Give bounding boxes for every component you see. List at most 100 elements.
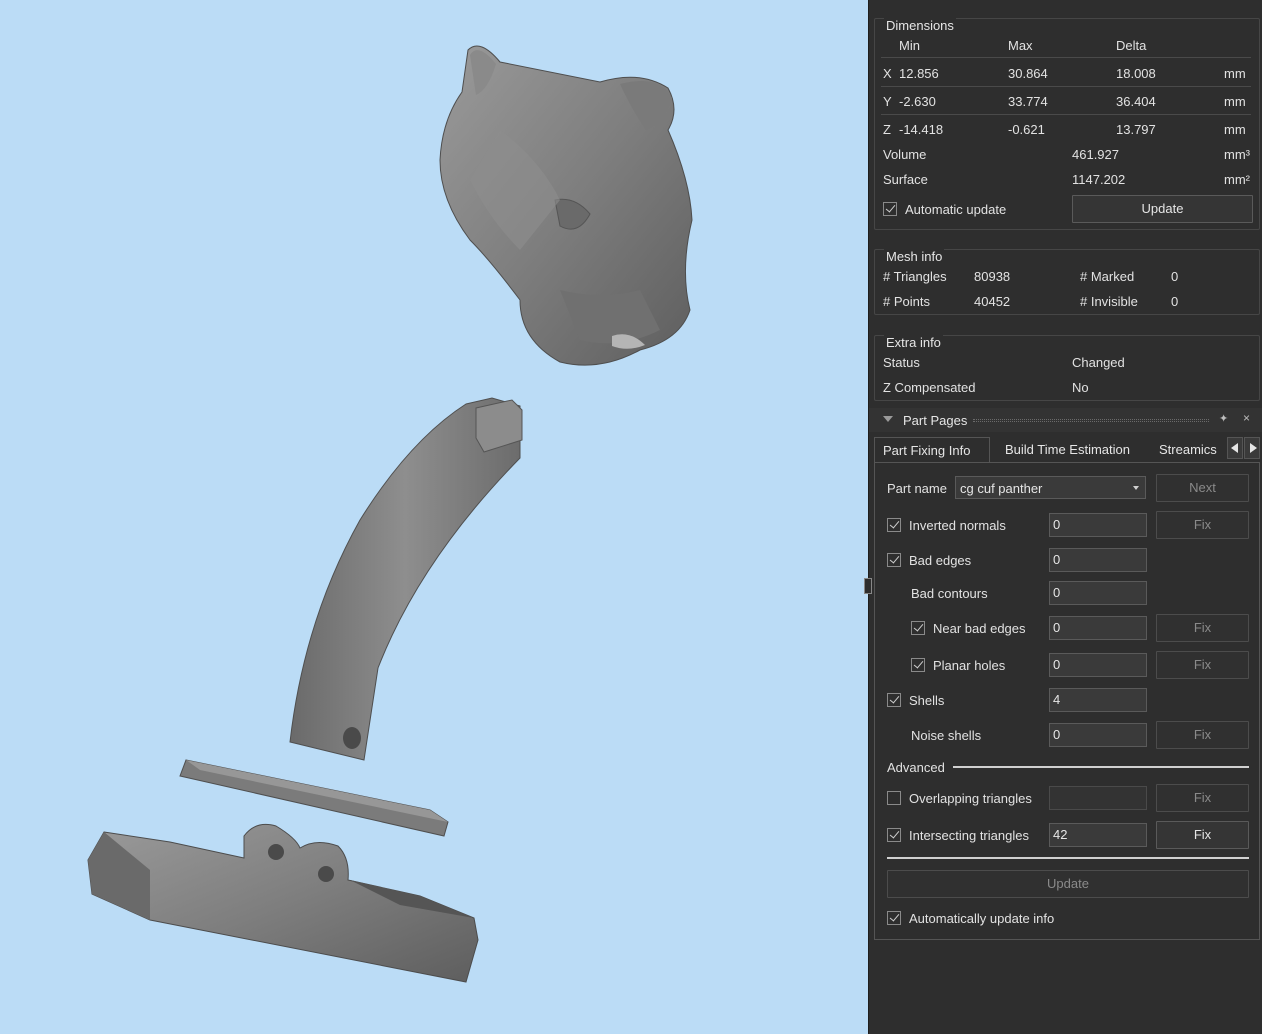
extra-info-title: Extra info [884, 335, 943, 350]
dimensions-update-button[interactable]: Update [1072, 195, 1253, 223]
close-icon[interactable]: × [1243, 411, 1250, 425]
base-part[interactable] [87, 823, 479, 983]
status-label: Status [883, 355, 920, 370]
planar-holes-checkbox[interactable] [911, 658, 925, 672]
tab-scroll-left-icon[interactable] [1227, 437, 1243, 459]
z-compensated-value: No [1072, 380, 1089, 395]
part-update-button[interactable]: Update [887, 870, 1249, 898]
y-delta: 36.404 [1116, 94, 1156, 109]
fix-planar-holes-button[interactable]: Fix [1156, 651, 1249, 679]
properties-panel: Dimensions Min Max Delta X 12.856 30.864… [868, 0, 1262, 1034]
z-min: -14.418 [899, 122, 944, 137]
surface-label: Surface [883, 172, 928, 187]
y-unit: mm [1224, 94, 1246, 109]
advanced-separator [953, 766, 1249, 768]
chevron-down-icon [1133, 486, 1139, 490]
marked-label: # Marked [1080, 269, 1135, 284]
axis-label: Z [883, 122, 891, 137]
next-button[interactable]: Next [1156, 474, 1249, 502]
mesh-info-title: Mesh info [884, 249, 945, 264]
surface-value: 1147.202 [1072, 172, 1126, 187]
triangles-label: # Triangles [883, 269, 947, 284]
tab-scroll-right-icon[interactable] [1244, 437, 1260, 459]
part-name-select[interactable]: cg cuf panther [955, 476, 1146, 499]
inverted-normals-label: Inverted normals [909, 518, 1006, 533]
noise-shells-label: Noise shells [911, 728, 982, 743]
bad-contours-label: Bad contours [911, 586, 988, 601]
planar-holes-field[interactable]: 0 [1049, 653, 1147, 677]
near-bad-edges-label: Near bad edges [933, 621, 1026, 636]
fix-intersecting-triangles-button[interactable]: Fix [1156, 821, 1249, 849]
volume-unit: mm³ [1224, 147, 1250, 162]
inverted-normals-checkbox[interactable] [887, 518, 901, 532]
z-max: -0.621 [1008, 122, 1045, 137]
fix-noise-shells-button[interactable]: Fix [1156, 721, 1249, 749]
tab-build-time-estimation[interactable]: Build Time Estimation [997, 437, 1138, 463]
points-value: 40452 [974, 294, 1011, 309]
overlapping-triangles-checkbox[interactable] [887, 791, 901, 805]
bottom-separator [887, 857, 1249, 859]
automatic-update-checkbox[interactable] [883, 202, 897, 216]
volume-value: 461.927 [1072, 147, 1119, 162]
shells-label: Shells [909, 693, 945, 708]
overlapping-triangles-field[interactable] [1049, 786, 1147, 810]
automatic-update-label: Automatic update [905, 202, 1007, 217]
axis-label: Y [883, 94, 892, 109]
x-delta: 18.008 [1116, 66, 1156, 81]
z-unit: mm [1224, 122, 1246, 137]
intersecting-triangles-checkbox[interactable] [887, 828, 901, 842]
near-bad-edges-checkbox[interactable] [911, 621, 925, 635]
invisible-value: 0 [1171, 294, 1179, 309]
part-name-value: cg cuf panther [960, 481, 1043, 496]
model-render[interactable] [0, 0, 868, 1034]
bad-edges-checkbox[interactable] [887, 553, 901, 567]
axis-label: X [883, 66, 892, 81]
fix-inverted-normals-button[interactable]: Fix [1156, 511, 1249, 539]
collapse-triangle-icon[interactable] [883, 416, 893, 422]
z-compensated-label: Z Compensated [883, 380, 976, 395]
noise-shells-field[interactable]: 0 [1049, 723, 1147, 747]
bad-edges-field[interactable]: 0 [1049, 548, 1147, 572]
advanced-label: Advanced [887, 760, 945, 775]
y-min: -2.630 [899, 94, 936, 109]
auto-update-info-label: Automatically update info [909, 911, 1055, 926]
curved-bar-part[interactable] [289, 397, 523, 761]
tab-streamics[interactable]: Streamics P [1151, 437, 1227, 463]
points-label: # Points [883, 294, 930, 309]
overlapping-triangles-label: Overlapping triangles [909, 791, 1032, 806]
x-max: 30.864 [1008, 66, 1048, 81]
header-delta: Delta [1116, 38, 1147, 53]
x-min: 12.856 [899, 66, 939, 81]
status-value: Changed [1072, 355, 1125, 370]
triangles-value: 80938 [974, 269, 1011, 284]
part-pages-header: Part Pages ✦ × [869, 408, 1262, 432]
dimensions-title: Dimensions [884, 18, 956, 33]
shells-field[interactable]: 4 [1049, 688, 1147, 712]
invisible-label: # Invisible [1080, 294, 1138, 309]
bad-contours-field[interactable]: 0 [1049, 581, 1147, 605]
panel-splitter-handle[interactable] [864, 578, 872, 594]
3d-viewport[interactable] [0, 0, 868, 1034]
planar-holes-label: Planar holes [933, 658, 1006, 673]
y-max: 33.774 [1008, 94, 1048, 109]
auto-update-info-checkbox[interactable] [887, 911, 901, 925]
fix-near-bad-edges-button[interactable]: Fix [1156, 614, 1249, 642]
flat-plate-part[interactable] [179, 759, 449, 837]
part-name-label: Part name [887, 481, 947, 496]
header-min: Min [899, 38, 920, 53]
fix-overlapping-triangles-button[interactable]: Fix [1156, 784, 1249, 812]
x-unit: mm [1224, 66, 1246, 81]
header-grip [973, 419, 1209, 422]
bad-edges-label: Bad edges [909, 553, 972, 568]
near-bad-edges-field[interactable]: 0 [1049, 616, 1147, 640]
intersecting-triangles-field[interactable]: 42 [1049, 823, 1147, 847]
part-pages-title: Part Pages [903, 413, 968, 428]
panther-head-part[interactable] [439, 45, 693, 366]
pin-icon[interactable]: ✦ [1219, 412, 1228, 425]
inverted-normals-field[interactable]: 0 [1049, 513, 1147, 537]
surface-unit: mm² [1224, 172, 1250, 187]
intersecting-triangles-label: Intersecting triangles [909, 828, 1029, 843]
shells-checkbox[interactable] [887, 693, 901, 707]
tab-part-fixing-info[interactable]: Part Fixing Info [874, 437, 990, 463]
volume-label: Volume [883, 147, 927, 162]
